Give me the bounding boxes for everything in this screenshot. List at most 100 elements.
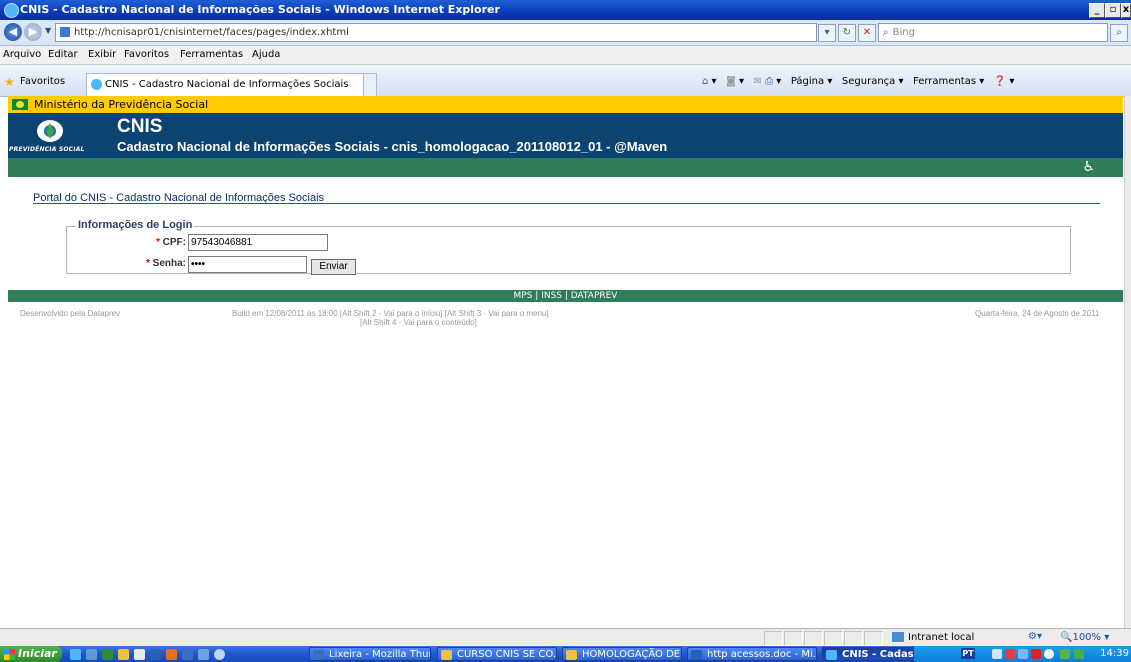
taskbar-item[interactable]: Lixeira - Mozilla Thun... [309,647,431,661]
address-dropdown-icon[interactable]: ▾ [818,24,836,42]
taskbar: Iniciar Lixeira - Mozilla Thun... CURSO … [0,646,1131,662]
footer-links[interactable]: MPS | INSS | DATAPREV [8,290,1123,302]
feeds-icon[interactable]: ◙ [726,76,736,87]
excel-icon[interactable] [102,649,113,660]
tray-icon[interactable] [1031,649,1041,659]
menu-editar[interactable]: Editar [48,49,78,60]
zoom-level: 100% [1072,632,1102,643]
close-button[interactable]: x [1121,3,1131,18]
folder-icon [566,650,577,660]
required-mark: * [155,237,160,248]
password-input[interactable]: •••• [188,256,307,273]
cnis-header: PREVIDÊNCIA SOCIAL CNIS Cadastro Naciona… [8,113,1123,158]
quicklaunch-icon[interactable] [134,649,145,660]
window-title: CNIS - Cadastro Nacional de Informações … [20,3,500,16]
required-mark: * [145,258,150,269]
status-bar: Intranet local ⚙▾ 🔍100% ▾ [0,628,1131,647]
refresh-icon[interactable]: ↻ [838,24,856,42]
menu-ajuda[interactable]: Ajuda [252,49,280,60]
tray-icon[interactable] [1018,649,1028,659]
system-tray: PT 14:39 [913,646,1131,662]
portal-title-underline [33,203,1100,204]
forward-button[interactable]: ▶ [24,23,42,41]
tools-menu[interactable]: Ferramentas [913,76,976,87]
favorites-label[interactable]: Favoritos [20,76,65,87]
content-shortcut: [Alt Shift 4 - Vai para o conteúdo] [360,318,477,327]
history-dropdown-icon[interactable]: ▼ [45,26,51,35]
password-label: * Senha: [145,258,186,269]
security-zone[interactable]: Intranet local [888,631,1018,644]
cpf-label: * CPF: [155,237,186,248]
status-segment [804,631,823,646]
search-input[interactable]: ⌕ Bing [878,23,1108,42]
protected-mode-icon[interactable]: ⚙▾ [1028,631,1042,642]
tray-icon[interactable] [1005,649,1015,659]
quicklaunch-icon[interactable] [198,649,209,660]
menu-exibir[interactable]: Exibir [88,49,116,60]
word-icon[interactable] [150,649,161,660]
menu-arquivo[interactable]: Arquivo [3,49,41,60]
start-button[interactable]: Iniciar [0,646,62,662]
help-icon[interactable]: ❓ [994,76,1006,87]
menu-favoritos[interactable]: Favoritos [124,49,169,60]
previdencia-logo-icon [37,120,63,142]
ie-tab-icon [91,78,102,90]
quicklaunch-icon[interactable] [214,649,225,660]
taskbar-item[interactable]: HOMOLOGAÇÃO DE... [562,647,682,661]
logo-text: PREVIDÊNCIA SOCIAL [9,146,85,153]
menu-bar: Arquivo Editar Exibir Favoritos Ferramen… [0,46,1131,65]
search-icon[interactable]: ⌕ [1110,24,1128,42]
tray-icon[interactable] [1060,649,1070,659]
maximize-button[interactable]: ▫ [1105,3,1121,18]
favorites-star-icon[interactable]: ★ [4,75,15,89]
address-row: ◀ ▶ ▼ http://hcnisapr01/cnisinternet/fac… [0,20,1131,46]
print-icon[interactable]: ⎙ [765,76,773,87]
page-icon [60,27,70,37]
ministry-strip: Ministério da Previdência Social [8,96,1123,113]
stop-icon[interactable]: ✕ [858,24,876,42]
favorites-bar: ★ Favoritos CNIS - Cadastro Nacional de … [0,65,1131,97]
status-segment [784,631,803,646]
ie-quicklaunch-icon[interactable] [70,649,81,660]
taskbar-item[interactable]: CURSO CNIS SE CO... [437,647,557,661]
thunderbird-icon [313,650,324,660]
quicklaunch-icon[interactable] [86,649,97,660]
ministry-name[interactable]: Ministério da Previdência Social [34,98,208,111]
address-bar[interactable]: http://hcnisapr01/cnisinternet/faces/pag… [55,23,817,42]
minimize-button[interactable]: _ [1089,3,1105,18]
new-tab-button[interactable] [363,73,377,96]
zone-label: Intranet local [908,632,975,643]
folder-icon [441,650,452,660]
login-legend: Informações de Login [76,219,195,231]
back-button[interactable]: ◀ [4,23,22,41]
address-text: http://hcnisapr01/cnisinternet/faces/pag… [74,27,349,38]
language-indicator[interactable]: PT [961,648,975,659]
intranet-icon [892,632,904,642]
vertical-scrollbar[interactable] [1124,96,1131,628]
word-icon [691,650,702,660]
mail-icon[interactable]: ✉ [754,76,762,87]
accessibility-icon[interactable]: ♿ [1082,159,1095,175]
tray-icon[interactable] [1044,649,1054,659]
tray-icon[interactable] [1074,649,1084,659]
ie-icon [826,650,837,660]
page-menu[interactable]: Página [791,76,824,87]
zoom-control[interactable]: 🔍100% ▾ [1060,631,1109,644]
menu-ferramentas[interactable]: Ferramentas [180,49,243,60]
status-segment [864,631,883,646]
security-menu[interactable]: Segurança [842,76,895,87]
home-icon[interactable]: ⌂ [702,76,708,87]
firefox-icon[interactable] [166,649,177,660]
windows-logo-icon [4,648,15,660]
enviar-button[interactable]: Enviar [311,259,356,275]
bing-icon: ⌕ [883,27,889,38]
thunderbird-icon[interactable] [182,649,193,660]
tab-cnis[interactable]: CNIS - Cadastro Nacional de Informações … [86,73,364,96]
tray-icon[interactable] [992,649,1002,659]
clock: 14:39 [1100,648,1129,659]
quicklaunch-icon[interactable] [118,649,129,660]
taskbar-item[interactable]: http acessos.doc - Mi... [687,647,817,661]
app-name: CNIS [117,116,163,137]
cpf-input[interactable]: 97543046881 [188,234,328,251]
footer-date: Quarta-feira, 24 de Agosto de 2011 [975,309,1100,318]
